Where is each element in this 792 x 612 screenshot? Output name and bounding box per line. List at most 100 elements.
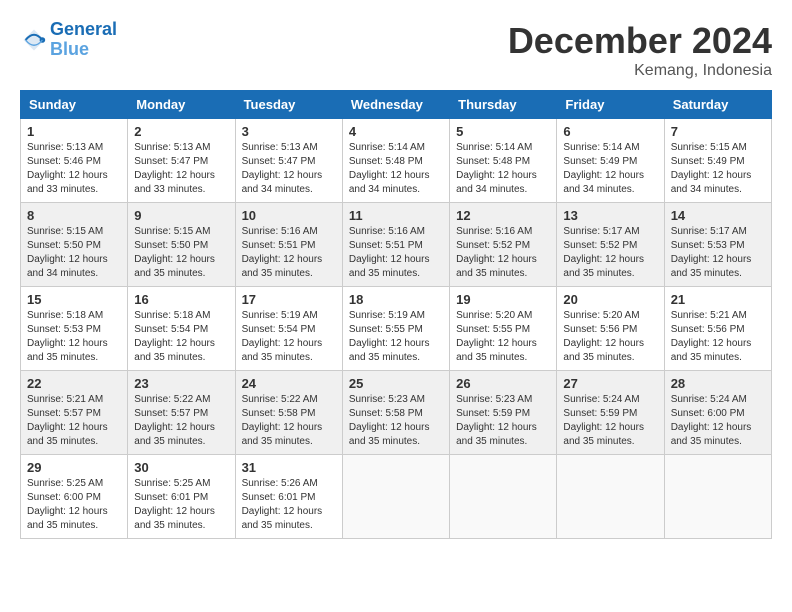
day-info: Sunrise: 5:16 AMSunset: 5:51 PMDaylight:… xyxy=(242,225,336,281)
day-info: Sunrise: 5:23 AMSunset: 5:58 PMDaylight:… xyxy=(349,393,443,449)
day-info: Sunrise: 5:22 AMSunset: 5:58 PMDaylight:… xyxy=(242,393,336,449)
day-number: 1 xyxy=(27,124,121,139)
day-number: 6 xyxy=(563,124,657,139)
logo-icon xyxy=(20,26,48,54)
calendar-week-2: 8 Sunrise: 5:15 AMSunset: 5:50 PMDayligh… xyxy=(21,203,772,287)
day-info: Sunrise: 5:19 AMSunset: 5:54 PMDaylight:… xyxy=(242,309,336,365)
calendar-cell: 8 Sunrise: 5:15 AMSunset: 5:50 PMDayligh… xyxy=(21,203,128,287)
calendar-cell: 22 Sunrise: 5:21 AMSunset: 5:57 PMDaylig… xyxy=(21,371,128,455)
calendar-cell: 6 Sunrise: 5:14 AMSunset: 5:49 PMDayligh… xyxy=(557,119,664,203)
calendar-cell: 28 Sunrise: 5:24 AMSunset: 6:00 PMDaylig… xyxy=(664,371,771,455)
day-info: Sunrise: 5:24 AMSunset: 6:00 PMDaylight:… xyxy=(671,393,765,449)
day-info: Sunrise: 5:14 AMSunset: 5:48 PMDaylight:… xyxy=(349,141,443,197)
day-number: 27 xyxy=(563,376,657,391)
day-number: 30 xyxy=(134,460,228,475)
day-info: Sunrise: 5:14 AMSunset: 5:49 PMDaylight:… xyxy=(563,141,657,197)
page-header: General Blue December 2024 Kemang, Indon… xyxy=(20,20,772,80)
day-number: 7 xyxy=(671,124,765,139)
day-info: Sunrise: 5:24 AMSunset: 5:59 PMDaylight:… xyxy=(563,393,657,449)
col-tuesday: Tuesday xyxy=(235,91,342,119)
day-info: Sunrise: 5:17 AMSunset: 5:52 PMDaylight:… xyxy=(563,225,657,281)
calendar-cell: 4 Sunrise: 5:14 AMSunset: 5:48 PMDayligh… xyxy=(342,119,449,203)
day-number: 21 xyxy=(671,292,765,307)
calendar-table: Sunday Monday Tuesday Wednesday Thursday… xyxy=(20,90,772,539)
day-info: Sunrise: 5:13 AMSunset: 5:46 PMDaylight:… xyxy=(27,141,121,197)
day-number: 2 xyxy=(134,124,228,139)
day-number: 17 xyxy=(242,292,336,307)
calendar-cell: 7 Sunrise: 5:15 AMSunset: 5:49 PMDayligh… xyxy=(664,119,771,203)
day-number: 9 xyxy=(134,208,228,223)
calendar-cell: 25 Sunrise: 5:23 AMSunset: 5:58 PMDaylig… xyxy=(342,371,449,455)
day-info: Sunrise: 5:22 AMSunset: 5:57 PMDaylight:… xyxy=(134,393,228,449)
day-number: 25 xyxy=(349,376,443,391)
day-number: 19 xyxy=(456,292,550,307)
calendar-cell: 10 Sunrise: 5:16 AMSunset: 5:51 PMDaylig… xyxy=(235,203,342,287)
col-wednesday: Wednesday xyxy=(342,91,449,119)
logo: General Blue xyxy=(20,20,117,60)
calendar-cell: 5 Sunrise: 5:14 AMSunset: 5:48 PMDayligh… xyxy=(450,119,557,203)
day-info: Sunrise: 5:21 AMSunset: 5:56 PMDaylight:… xyxy=(671,309,765,365)
calendar-cell xyxy=(342,455,449,539)
day-info: Sunrise: 5:19 AMSunset: 5:55 PMDaylight:… xyxy=(349,309,443,365)
day-number: 11 xyxy=(349,208,443,223)
day-info: Sunrise: 5:15 AMSunset: 5:50 PMDaylight:… xyxy=(134,225,228,281)
day-number: 10 xyxy=(242,208,336,223)
day-info: Sunrise: 5:15 AMSunset: 5:49 PMDaylight:… xyxy=(671,141,765,197)
calendar-cell: 2 Sunrise: 5:13 AMSunset: 5:47 PMDayligh… xyxy=(128,119,235,203)
day-number: 13 xyxy=(563,208,657,223)
calendar-cell: 26 Sunrise: 5:23 AMSunset: 5:59 PMDaylig… xyxy=(450,371,557,455)
day-info: Sunrise: 5:18 AMSunset: 5:54 PMDaylight:… xyxy=(134,309,228,365)
calendar-cell: 12 Sunrise: 5:16 AMSunset: 5:52 PMDaylig… xyxy=(450,203,557,287)
month-title: December 2024 xyxy=(508,20,772,62)
calendar-cell: 3 Sunrise: 5:13 AMSunset: 5:47 PMDayligh… xyxy=(235,119,342,203)
calendar-cell: 16 Sunrise: 5:18 AMSunset: 5:54 PMDaylig… xyxy=(128,287,235,371)
day-info: Sunrise: 5:16 AMSunset: 5:51 PMDaylight:… xyxy=(349,225,443,281)
calendar-cell: 11 Sunrise: 5:16 AMSunset: 5:51 PMDaylig… xyxy=(342,203,449,287)
day-info: Sunrise: 5:25 AMSunset: 6:01 PMDaylight:… xyxy=(134,477,228,533)
day-info: Sunrise: 5:26 AMSunset: 6:01 PMDaylight:… xyxy=(242,477,336,533)
calendar-week-4: 22 Sunrise: 5:21 AMSunset: 5:57 PMDaylig… xyxy=(21,371,772,455)
calendar-cell: 13 Sunrise: 5:17 AMSunset: 5:52 PMDaylig… xyxy=(557,203,664,287)
calendar-week-5: 29 Sunrise: 5:25 AMSunset: 6:00 PMDaylig… xyxy=(21,455,772,539)
day-number: 14 xyxy=(671,208,765,223)
calendar-cell: 17 Sunrise: 5:19 AMSunset: 5:54 PMDaylig… xyxy=(235,287,342,371)
day-number: 26 xyxy=(456,376,550,391)
day-info: Sunrise: 5:16 AMSunset: 5:52 PMDaylight:… xyxy=(456,225,550,281)
day-info: Sunrise: 5:14 AMSunset: 5:48 PMDaylight:… xyxy=(456,141,550,197)
day-info: Sunrise: 5:13 AMSunset: 5:47 PMDaylight:… xyxy=(134,141,228,197)
day-info: Sunrise: 5:15 AMSunset: 5:50 PMDaylight:… xyxy=(27,225,121,281)
logo-text: General Blue xyxy=(50,20,117,60)
day-number: 4 xyxy=(349,124,443,139)
day-info: Sunrise: 5:17 AMSunset: 5:53 PMDaylight:… xyxy=(671,225,765,281)
col-monday: Monday xyxy=(128,91,235,119)
day-info: Sunrise: 5:21 AMSunset: 5:57 PMDaylight:… xyxy=(27,393,121,449)
day-number: 29 xyxy=(27,460,121,475)
calendar-cell: 24 Sunrise: 5:22 AMSunset: 5:58 PMDaylig… xyxy=(235,371,342,455)
day-number: 3 xyxy=(242,124,336,139)
calendar-cell: 29 Sunrise: 5:25 AMSunset: 6:00 PMDaylig… xyxy=(21,455,128,539)
day-number: 24 xyxy=(242,376,336,391)
day-number: 23 xyxy=(134,376,228,391)
calendar-cell: 14 Sunrise: 5:17 AMSunset: 5:53 PMDaylig… xyxy=(664,203,771,287)
col-sunday: Sunday xyxy=(21,91,128,119)
day-info: Sunrise: 5:20 AMSunset: 5:56 PMDaylight:… xyxy=(563,309,657,365)
day-number: 22 xyxy=(27,376,121,391)
calendar-cell xyxy=(557,455,664,539)
day-number: 28 xyxy=(671,376,765,391)
calendar-cell xyxy=(450,455,557,539)
day-number: 8 xyxy=(27,208,121,223)
day-number: 31 xyxy=(242,460,336,475)
calendar-week-1: 1 Sunrise: 5:13 AMSunset: 5:46 PMDayligh… xyxy=(21,119,772,203)
day-info: Sunrise: 5:23 AMSunset: 5:59 PMDaylight:… xyxy=(456,393,550,449)
day-info: Sunrise: 5:13 AMSunset: 5:47 PMDaylight:… xyxy=(242,141,336,197)
calendar-cell xyxy=(664,455,771,539)
calendar-cell: 1 Sunrise: 5:13 AMSunset: 5:46 PMDayligh… xyxy=(21,119,128,203)
day-number: 16 xyxy=(134,292,228,307)
calendar-cell: 23 Sunrise: 5:22 AMSunset: 5:57 PMDaylig… xyxy=(128,371,235,455)
location: Kemang, Indonesia xyxy=(508,62,772,80)
calendar-cell: 30 Sunrise: 5:25 AMSunset: 6:01 PMDaylig… xyxy=(128,455,235,539)
day-number: 15 xyxy=(27,292,121,307)
col-thursday: Thursday xyxy=(450,91,557,119)
calendar-cell: 9 Sunrise: 5:15 AMSunset: 5:50 PMDayligh… xyxy=(128,203,235,287)
calendar-cell: 21 Sunrise: 5:21 AMSunset: 5:56 PMDaylig… xyxy=(664,287,771,371)
